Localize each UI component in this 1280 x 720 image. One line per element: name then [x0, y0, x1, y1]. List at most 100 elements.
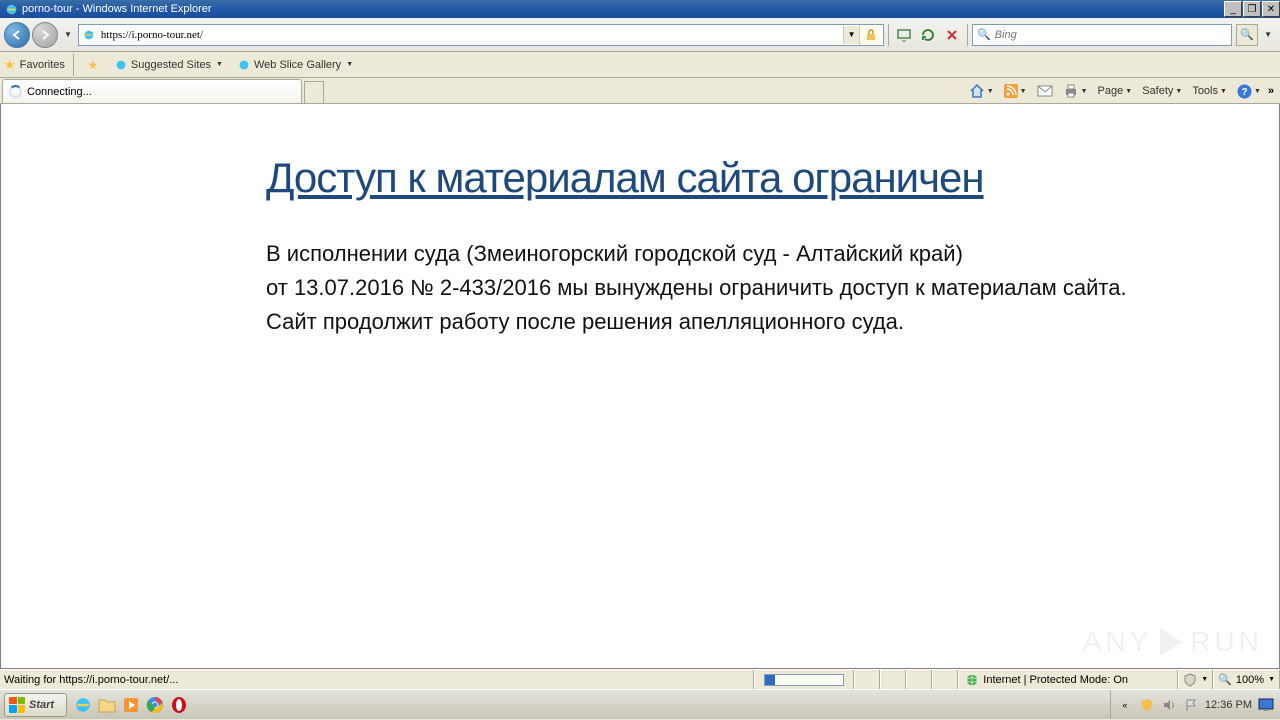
- tray-monitor-icon[interactable]: [1258, 697, 1274, 713]
- chevron-down-icon: ▼: [1254, 88, 1261, 95]
- page-content: Доступ к материалам сайта ограничен В ис…: [1, 104, 1279, 339]
- print-button[interactable]: ▼: [1060, 81, 1091, 101]
- search-input[interactable]: [995, 29, 1227, 41]
- search-provider-icon: 🔍: [977, 28, 991, 41]
- ql-ie-icon[interactable]: [71, 693, 95, 717]
- tray-security-icon[interactable]: [1139, 697, 1155, 713]
- zoom-control[interactable]: 🔍 100% ▼: [1213, 670, 1280, 689]
- tab-label: Connecting...: [27, 86, 92, 98]
- svg-text:?: ?: [1241, 87, 1247, 98]
- start-button[interactable]: Start: [4, 693, 67, 717]
- home-button[interactable]: ▼: [966, 81, 997, 101]
- progress-cell: [754, 670, 854, 689]
- protected-mode-icon[interactable]: ▼: [1178, 670, 1213, 689]
- address-bar[interactable]: ▼: [78, 24, 884, 46]
- windows-logo-icon: [9, 697, 25, 713]
- chevron-down-icon: ▼: [1201, 676, 1208, 683]
- tools-menu[interactable]: Tools ▼: [1189, 83, 1230, 99]
- ql-opera-icon[interactable]: [167, 693, 191, 717]
- ie-logo-icon: [4, 2, 18, 16]
- zoom-value: 100%: [1236, 674, 1264, 686]
- content-viewport: Доступ к материалам сайта ограничен В ис…: [0, 104, 1280, 669]
- fav-item-label: Web Slice Gallery: [254, 59, 341, 71]
- body-line: от 13.07.2016 № 2-433/2016 мы вынуждены …: [266, 275, 1127, 300]
- nav-history-dropdown[interactable]: ▼: [64, 30, 72, 39]
- start-label: Start: [29, 699, 54, 711]
- chevron-down-icon: ▼: [1175, 88, 1182, 95]
- zoom-icon: 🔍: [1218, 673, 1232, 686]
- lock-icon[interactable]: [859, 25, 881, 45]
- address-dropdown[interactable]: ▼: [843, 26, 859, 44]
- system-tray: « 12:36 PM: [1110, 690, 1280, 719]
- minimize-button[interactable]: _: [1224, 1, 1242, 17]
- ql-media-player-icon[interactable]: [119, 693, 143, 717]
- system-clock[interactable]: 12:36 PM: [1205, 699, 1252, 711]
- security-zone[interactable]: Internet | Protected Mode: On: [958, 670, 1178, 689]
- separator: [888, 24, 889, 46]
- window-title: porno-tour - Windows Internet Explorer: [22, 3, 1223, 15]
- url-input[interactable]: [101, 29, 843, 41]
- more-commands-icon[interactable]: »: [1268, 85, 1274, 97]
- status-bar: Waiting for https://i.porno-tour.net/...…: [0, 669, 1280, 689]
- tab-strip: Connecting... ▼ ▼ ▼ Page ▼ Safety ▼ Tool…: [0, 78, 1280, 104]
- chevron-down-icon: ▼: [346, 61, 353, 68]
- loading-spinner-icon: [9, 85, 22, 98]
- forward-button[interactable]: [32, 22, 58, 48]
- chevron-down-icon: ▼: [216, 61, 223, 68]
- chevron-down-icon: ▼: [1268, 676, 1275, 683]
- status-empty-2: [880, 670, 906, 689]
- page-heading: Доступ к материалам сайта ограничен: [266, 154, 1279, 202]
- separator: [73, 54, 74, 76]
- chevron-down-icon: ▼: [1081, 88, 1088, 95]
- page-menu[interactable]: Page ▼: [1095, 83, 1136, 99]
- search-dropdown[interactable]: ▼: [1264, 30, 1272, 39]
- separator: [967, 24, 968, 46]
- tray-expand-icon[interactable]: «: [1117, 697, 1133, 713]
- search-go-button[interactable]: 🔍: [1236, 24, 1258, 46]
- compatibility-view-icon[interactable]: [893, 24, 915, 46]
- search-bar[interactable]: 🔍: [972, 24, 1232, 46]
- new-tab-button[interactable]: [304, 81, 324, 103]
- body-line: В исполнении суда (Змеиногорский городск…: [266, 241, 963, 266]
- tools-menu-label: Tools: [1192, 85, 1218, 97]
- status-empty-1: [854, 670, 880, 689]
- tray-volume-icon[interactable]: [1161, 697, 1177, 713]
- body-line: Сайт продолжит работу после решения апел…: [266, 309, 904, 334]
- status-message: Waiting for https://i.porno-tour.net/...: [0, 670, 754, 689]
- chevron-down-icon: ▼: [1020, 88, 1027, 95]
- close-button[interactable]: ✕: [1262, 1, 1280, 17]
- progress-bar: [764, 674, 844, 686]
- ql-explorer-icon[interactable]: [95, 693, 119, 717]
- window-titlebar: porno-tour - Windows Internet Explorer _…: [0, 0, 1280, 18]
- command-bar: ▼ ▼ ▼ Page ▼ Safety ▼ Tools ▼ ? ▼ »: [966, 81, 1280, 103]
- fav-item-label: Suggested Sites: [131, 59, 211, 71]
- read-mail-button[interactable]: [1034, 82, 1056, 100]
- star-icon: ★: [4, 57, 16, 73]
- ql-chrome-icon[interactable]: [143, 693, 167, 717]
- refresh-icon[interactable]: [917, 24, 939, 46]
- favorites-button[interactable]: ★ Favorites: [4, 57, 65, 73]
- stop-icon[interactable]: [941, 24, 963, 46]
- anyrun-watermark: ANY RUN: [1083, 626, 1263, 658]
- chevron-down-icon: ▼: [1125, 88, 1132, 95]
- status-empty-3: [906, 670, 932, 689]
- feeds-button[interactable]: ▼: [1001, 82, 1030, 100]
- status-empty-4: [932, 670, 958, 689]
- web-slice-gallery-link[interactable]: Web Slice Gallery ▼: [233, 56, 357, 74]
- tray-flag-icon[interactable]: [1183, 697, 1199, 713]
- browser-tab[interactable]: Connecting...: [2, 79, 302, 103]
- favorites-label: Favorites: [20, 59, 65, 71]
- play-triangle-icon: [1160, 628, 1182, 656]
- help-button[interactable]: ? ▼: [1234, 82, 1264, 101]
- zone-label: Internet | Protected Mode: On: [983, 674, 1128, 686]
- back-button[interactable]: [4, 22, 30, 48]
- suggested-sites-link[interactable]: Suggested Sites ▼: [110, 56, 227, 74]
- add-favorites-icon[interactable]: ★: [82, 54, 104, 76]
- navigation-toolbar: ▼ ▼ 🔍 🔍 ▼: [0, 18, 1280, 52]
- safety-menu-label: Safety: [1142, 85, 1173, 97]
- page-menu-label: Page: [1098, 85, 1124, 97]
- maximize-button[interactable]: ❐: [1243, 1, 1261, 17]
- windows-taskbar: Start « 12:36 PM: [0, 689, 1280, 719]
- safety-menu[interactable]: Safety ▼: [1139, 83, 1185, 99]
- chevron-down-icon: ▼: [1220, 88, 1227, 95]
